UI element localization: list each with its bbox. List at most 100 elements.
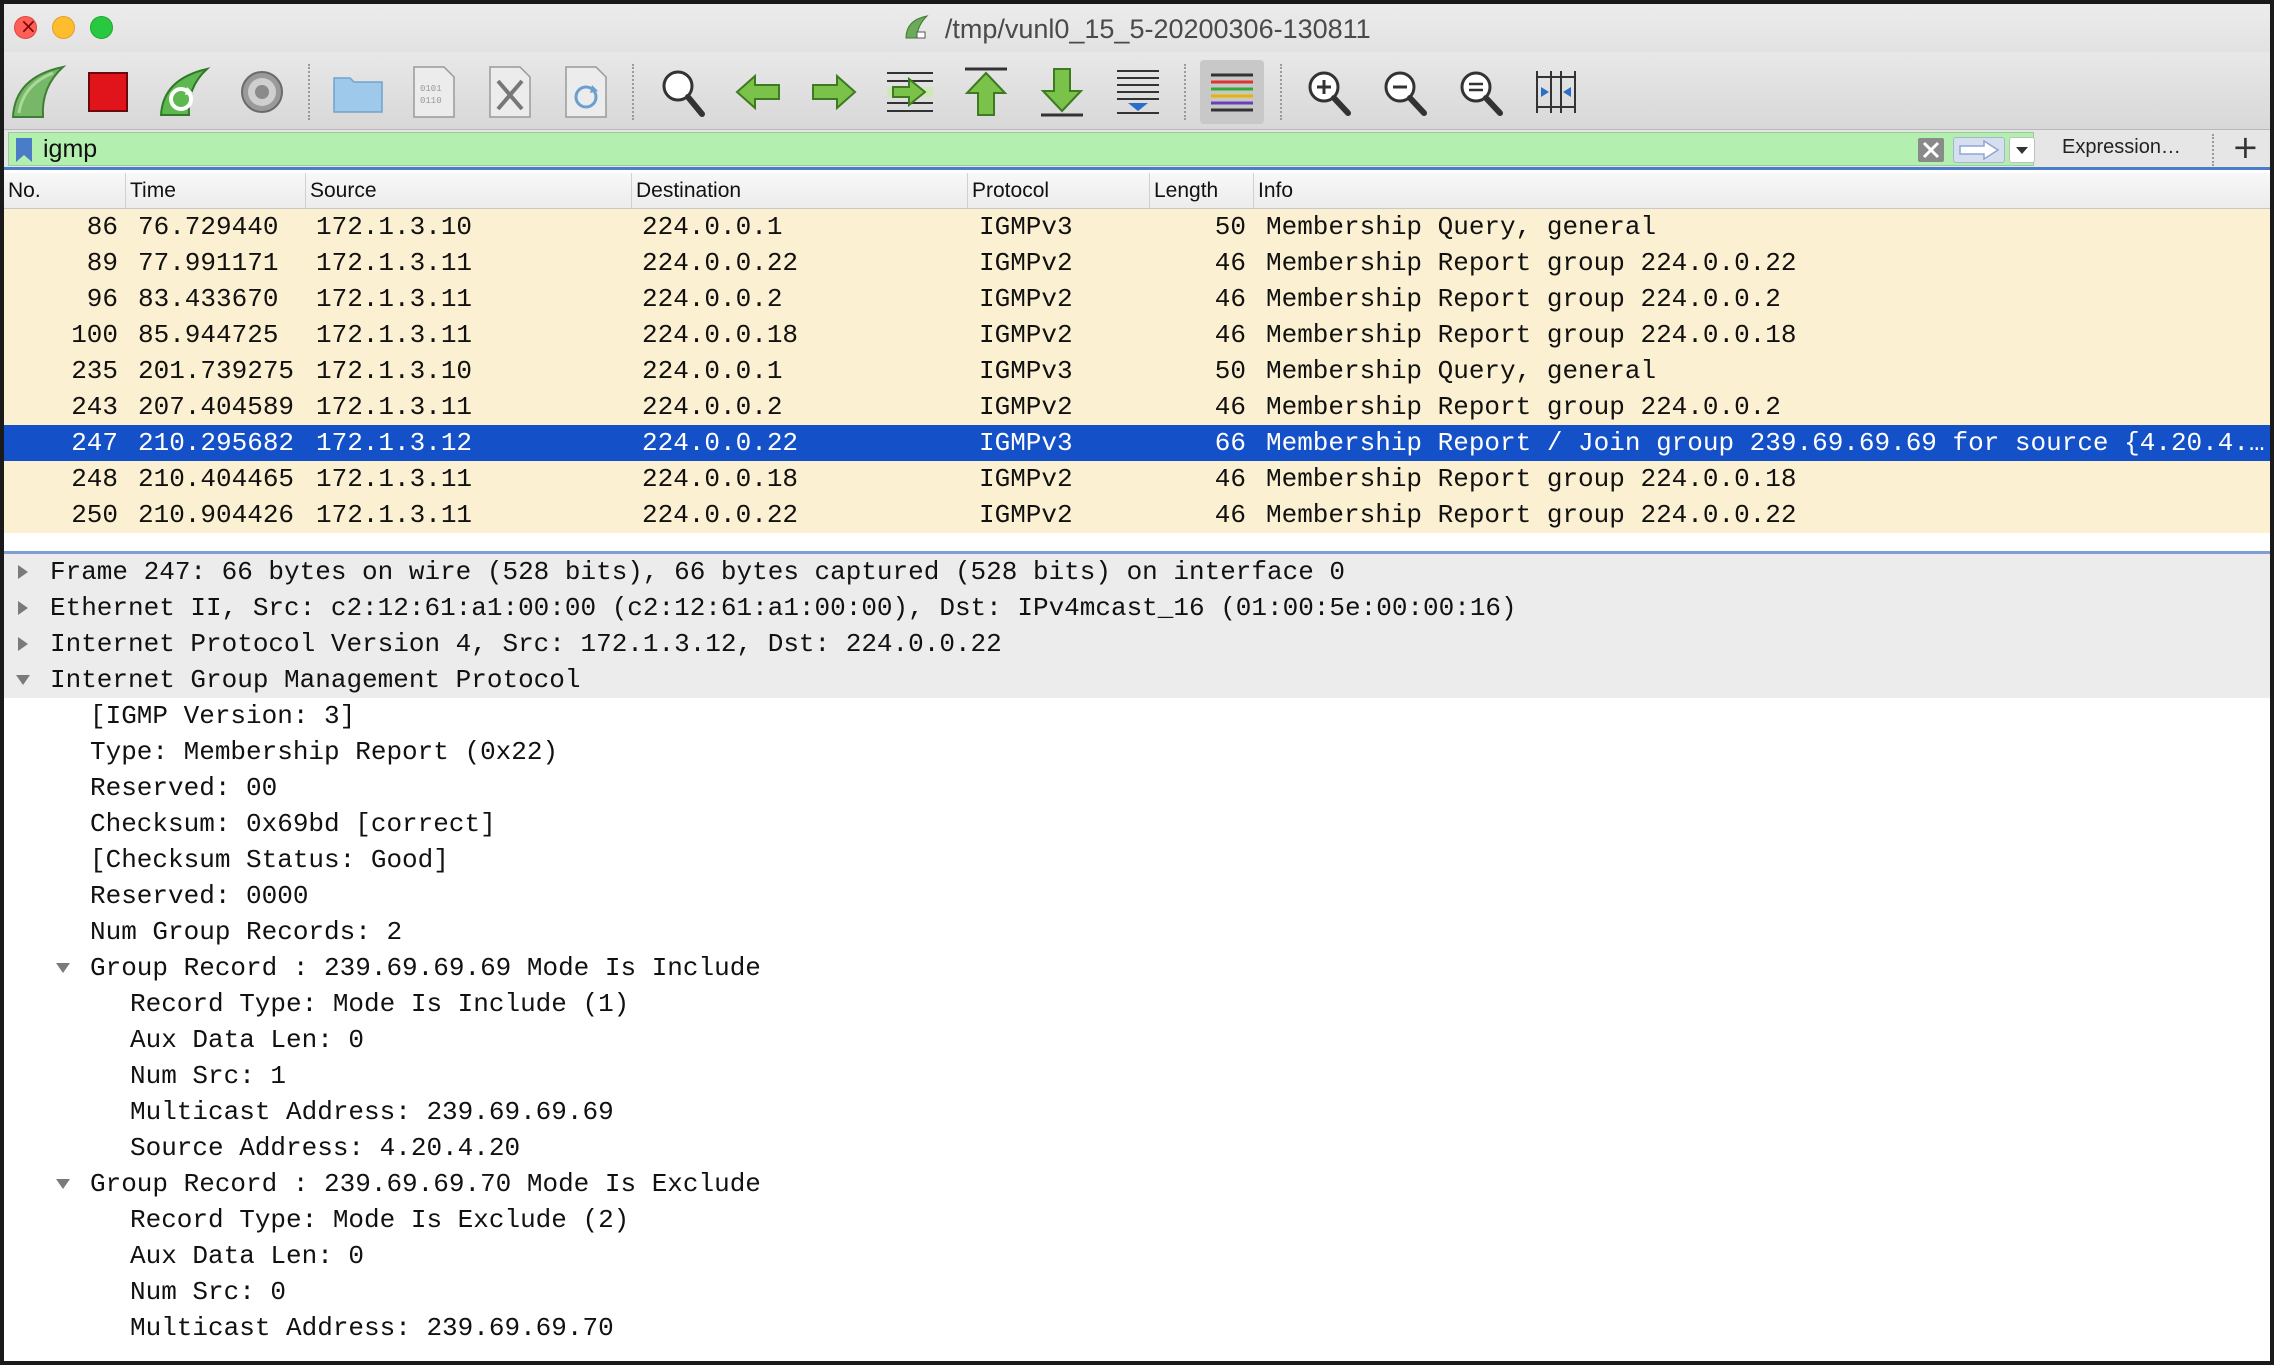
open-file-folder-icon[interactable] xyxy=(326,60,390,124)
detail-tree-row[interactable]: [IGMP Version: 3] xyxy=(4,698,2270,734)
find-packet-magnifier-icon[interactable] xyxy=(650,60,714,124)
packet-row[interactable]: 86 76.729440 172.1.3.10 224.0.0.1 IGMPv3… xyxy=(4,209,2270,245)
packet-time: 83.433670 xyxy=(138,284,279,314)
expand-triangle-icon[interactable] xyxy=(12,626,34,662)
display-filter-bar: Expression… + xyxy=(4,128,2270,170)
detail-tree-label: Group Record : 239.69.69.69 Mode Is Incl… xyxy=(90,953,761,983)
zoom-normal-icon[interactable] xyxy=(1448,60,1512,124)
detail-tree-row[interactable]: Record Type: Mode Is Exclude (2) xyxy=(4,1202,2270,1238)
packet-length: 50 xyxy=(1214,212,1246,242)
packet-row[interactable]: 248 210.404465 172.1.3.11 224.0.0.18 IGM… xyxy=(4,461,2270,497)
detail-tree-row[interactable]: Aux Data Len: 0 xyxy=(4,1238,2270,1274)
packet-protocol: IGMPv2 xyxy=(979,500,1073,530)
packet-row[interactable]: 235 201.739275 172.1.3.10 224.0.0.1 IGMP… xyxy=(4,353,2270,389)
detail-tree-row[interactable]: Type: Membership Report (0x22) xyxy=(4,734,2270,770)
clear-filter-icon[interactable] xyxy=(1917,137,1945,168)
go-to-packet-icon[interactable] xyxy=(878,60,942,124)
detail-tree-label: Internet Protocol Version 4, Src: 172.1.… xyxy=(50,629,1002,659)
packet-no: 235 xyxy=(71,356,118,386)
packet-destination: 224.0.0.2 xyxy=(642,392,783,422)
detail-tree-row[interactable]: Num Src: 1 xyxy=(4,1058,2270,1094)
go-back-arrow-icon[interactable] xyxy=(726,60,790,124)
detail-tree-row[interactable]: [Checksum Status: Good] xyxy=(4,842,2270,878)
save-file-icon[interactable]: 0101 0110 xyxy=(402,60,466,124)
packet-info: Membership Report group 224.0.0.22 xyxy=(1266,500,1797,530)
packet-length: 46 xyxy=(1214,248,1246,278)
packet-source: 172.1.3.12 xyxy=(316,428,473,458)
detail-tree-row[interactable]: Group Record : 239.69.69.70 Mode Is Excl… xyxy=(4,1166,2270,1202)
detail-tree-row[interactable]: Frame 247: 66 bytes on wire (528 bits), … xyxy=(4,554,2270,590)
packet-no: 96 xyxy=(86,284,118,314)
go-forward-arrow-icon[interactable] xyxy=(802,60,866,124)
zoom-out-icon[interactable] xyxy=(1372,60,1436,124)
capture-options-gear-icon[interactable] xyxy=(230,60,294,124)
packet-row[interactable]: 243 207.404589 172.1.3.11 224.0.0.2 IGMP… xyxy=(4,389,2270,425)
add-filter-button[interactable]: + xyxy=(2232,128,2259,166)
resize-columns-icon[interactable] xyxy=(1524,60,1588,124)
detail-tree-row[interactable]: Checksum: 0x69bd [correct] xyxy=(4,806,2270,842)
detail-tree-row[interactable]: Record Type: Mode Is Include (1) xyxy=(4,986,2270,1022)
expand-triangle-icon[interactable] xyxy=(12,590,34,626)
expression-button[interactable]: Expression… xyxy=(2062,136,2181,159)
go-last-packet-icon[interactable] xyxy=(1030,60,1094,124)
collapse-triangle-icon[interactable] xyxy=(52,1166,74,1202)
filter-bookmark-icon[interactable] xyxy=(13,137,35,168)
packet-time: 85.944725 xyxy=(138,320,279,350)
packet-destination: 224.0.0.18 xyxy=(642,464,799,494)
go-first-packet-icon[interactable] xyxy=(954,60,1018,124)
column-header-time[interactable]: Time xyxy=(126,173,306,209)
packet-details-tree: Frame 247: 66 bytes on wire (528 bits), … xyxy=(4,554,2270,1361)
packet-no: 86 xyxy=(86,212,118,242)
packet-row[interactable]: 96 83.433670 172.1.3.11 224.0.0.2 IGMPv2… xyxy=(4,281,2270,317)
column-header-source[interactable]: Source xyxy=(306,173,632,209)
packet-row[interactable]: 250 210.904426 172.1.3.11 224.0.0.22 IGM… xyxy=(4,497,2270,533)
packet-length: 46 xyxy=(1214,392,1246,422)
detail-tree-row[interactable]: Multicast Address: 239.69.69.69 xyxy=(4,1094,2270,1130)
detail-tree-row[interactable]: Internet Group Management Protocol xyxy=(4,662,2270,698)
detail-tree-row[interactable]: Source Address: 4.20.4.20 xyxy=(4,1130,2270,1166)
filter-history-dropdown[interactable] xyxy=(2009,137,2035,163)
packet-list: 86 76.729440 172.1.3.10 224.0.0.1 IGMPv3… xyxy=(4,209,2270,539)
detail-tree-row[interactable]: Num Src: 0 xyxy=(4,1274,2270,1310)
packet-destination: 224.0.0.2 xyxy=(642,284,783,314)
restart-capture-button[interactable] xyxy=(152,60,216,124)
close-file-icon[interactable] xyxy=(478,60,542,124)
detail-tree-row[interactable]: Ethernet II, Src: c2:12:61:a1:00:00 (c2:… xyxy=(4,590,2270,626)
start-capture-button[interactable] xyxy=(6,60,70,124)
packet-no: 250 xyxy=(71,500,118,530)
detail-tree-row[interactable]: Reserved: 00 xyxy=(4,770,2270,806)
zoom-in-icon[interactable] xyxy=(1296,60,1360,124)
packet-protocol: IGMPv2 xyxy=(979,464,1073,494)
detail-tree-row[interactable]: Internet Protocol Version 4, Src: 172.1.… xyxy=(4,626,2270,662)
detail-tree-row[interactable]: Aux Data Len: 0 xyxy=(4,1022,2270,1058)
detail-tree-label: Checksum: 0x69bd [correct] xyxy=(90,809,496,839)
column-header-destination[interactable]: Destination xyxy=(632,173,968,209)
autoscroll-icon[interactable] xyxy=(1106,60,1170,124)
packet-row[interactable]: 100 85.944725 172.1.3.11 224.0.0.18 IGMP… xyxy=(4,317,2270,353)
column-header-protocol[interactable]: Protocol xyxy=(968,173,1150,209)
detail-tree-row[interactable]: Multicast Address: 239.69.69.70 xyxy=(4,1310,2270,1346)
packet-row[interactable]: 89 77.991171 172.1.3.11 224.0.0.22 IGMPv… xyxy=(4,245,2270,281)
apply-filter-button[interactable] xyxy=(1953,137,2005,163)
collapse-triangle-icon[interactable] xyxy=(12,662,34,698)
display-filter-input[interactable] xyxy=(43,133,1903,165)
detail-tree-label: Record Type: Mode Is Include (1) xyxy=(130,989,630,1019)
column-header-length[interactable]: Length xyxy=(1150,173,1254,209)
detail-tree-label: Num Group Records: 2 xyxy=(90,917,403,947)
collapse-triangle-icon[interactable] xyxy=(52,950,74,986)
column-header-info[interactable]: Info xyxy=(1254,173,2270,209)
detail-tree-row[interactable]: Num Group Records: 2 xyxy=(4,914,2270,950)
expand-triangle-icon[interactable] xyxy=(12,554,34,590)
packet-no: 247 xyxy=(71,428,118,458)
detail-tree-row[interactable]: Reserved: 0000 xyxy=(4,878,2270,914)
packet-row-selected[interactable]: 247 210.295682 172.1.3.12 224.0.0.22 IGM… xyxy=(4,425,2270,461)
detail-tree-label: Multicast Address: 239.69.69.70 xyxy=(130,1313,614,1343)
column-header-no[interactable]: No. xyxy=(4,173,126,209)
stop-capture-button[interactable] xyxy=(76,60,140,124)
detail-tree-row[interactable]: Group Record : 239.69.69.69 Mode Is Incl… xyxy=(4,950,2270,986)
reload-file-icon[interactable] xyxy=(554,60,618,124)
colorize-packets-icon[interactable] xyxy=(1200,60,1264,124)
packet-time: 76.729440 xyxy=(138,212,279,242)
packet-info: Membership Report group 224.0.0.2 xyxy=(1266,284,1781,314)
packet-time: 201.739275 xyxy=(138,356,295,386)
